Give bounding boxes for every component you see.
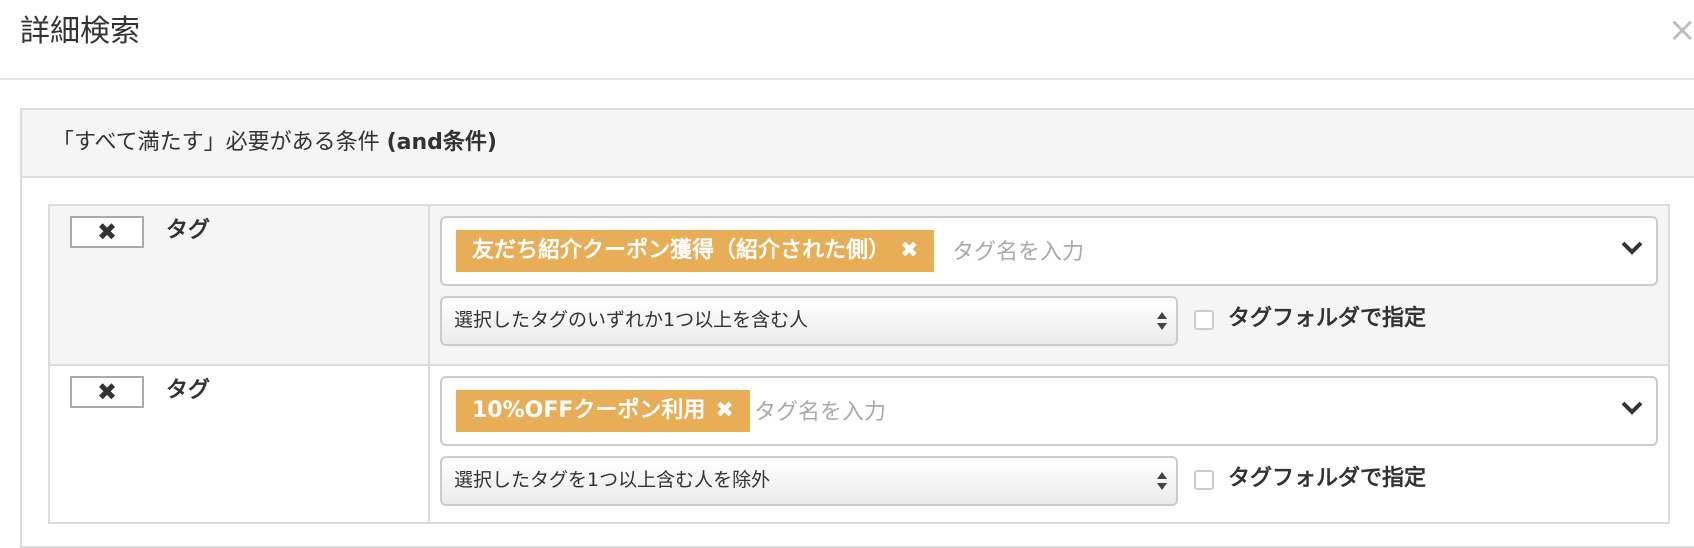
panel-title-main: 「すべて満たす」必要がある条件 [52,130,387,155]
condition-row: ✖ タグ 友だち紹介クーポン獲得（紹介された側） ✖ 選択したタグのいずれか1つ以… [50,206,1668,364]
match-type-value: 選択したタグのいずれか1つ以上を含む人 [454,309,809,331]
match-type-select[interactable]: 選択したタグを1つ以上含む人を除外 [440,456,1178,506]
tag-folder-checkbox[interactable] [1194,470,1214,490]
selected-tag-chip: 友だち紹介クーポン獲得（紹介された側） ✖ [456,230,935,272]
match-type-select[interactable]: 選択したタグのいずれか1つ以上を含む人 [440,296,1178,346]
close-button[interactable]: × [1668,10,1694,50]
selected-tag-chip: 10%OFFクーポン利用 ✖ [456,390,750,432]
tag-folder-label: タグフォルダで指定 [1228,306,1427,331]
condition-type-label: タグ [166,378,211,403]
match-type-value: 選択したタグを1つ以上含む人を除外 [454,469,771,491]
tag-select-box[interactable]: 友だち紹介クーポン獲得（紹介された側） ✖ [440,216,1658,286]
tag-select-box[interactable]: 10%OFFクーポン利用 ✖ [440,376,1658,446]
tag-folder-checkbox[interactable] [1194,310,1214,330]
remove-condition-button[interactable]: ✖ [70,376,144,408]
and-conditions-panel: 「すべて満たす」必要がある条件 (and条件) ✖ タグ 友だち紹介クーポン獲得… [20,108,1694,548]
tag-remove-icon[interactable]: ✖ [900,238,918,263]
tag-search-input[interactable] [950,234,1454,270]
panel-heading: 「すべて満たす」必要がある条件 (and条件) [22,110,1694,178]
chevron-down-icon[interactable] [1620,236,1644,260]
sort-arrows-icon [1157,472,1167,490]
tag-search-input[interactable] [752,394,1256,430]
modal-header: 詳細検索 × [0,0,1694,80]
sort-arrows-icon [1157,312,1167,330]
condition-row: ✖ タグ 10%OFFクーポン利用 ✖ 選択したタグを1つ以上含む人を除外 [50,364,1668,522]
condition-label-cell: ✖ タグ [50,206,430,364]
remove-condition-button[interactable]: ✖ [70,216,144,248]
tag-folder-label: タグフォルダで指定 [1228,466,1427,491]
modal-title: 詳細検索 [20,14,140,49]
tag-chip-label: 10%OFFクーポン利用 [472,398,706,423]
panel-title: 「すべて満たす」必要がある条件 (and条件) [52,128,497,158]
condition-type-label: タグ [166,218,211,243]
conditions-table: ✖ タグ 友だち紹介クーポン獲得（紹介された側） ✖ 選択したタグのいずれか1つ以… [48,204,1670,524]
tag-remove-icon[interactable]: ✖ [715,398,733,423]
condition-label-cell: ✖ タグ [50,366,430,522]
chevron-down-icon[interactable] [1620,396,1644,420]
panel-title-suffix: (and条件) [386,130,497,155]
tag-chip-label: 友だち紹介クーポン獲得（紹介された側） [472,238,891,263]
